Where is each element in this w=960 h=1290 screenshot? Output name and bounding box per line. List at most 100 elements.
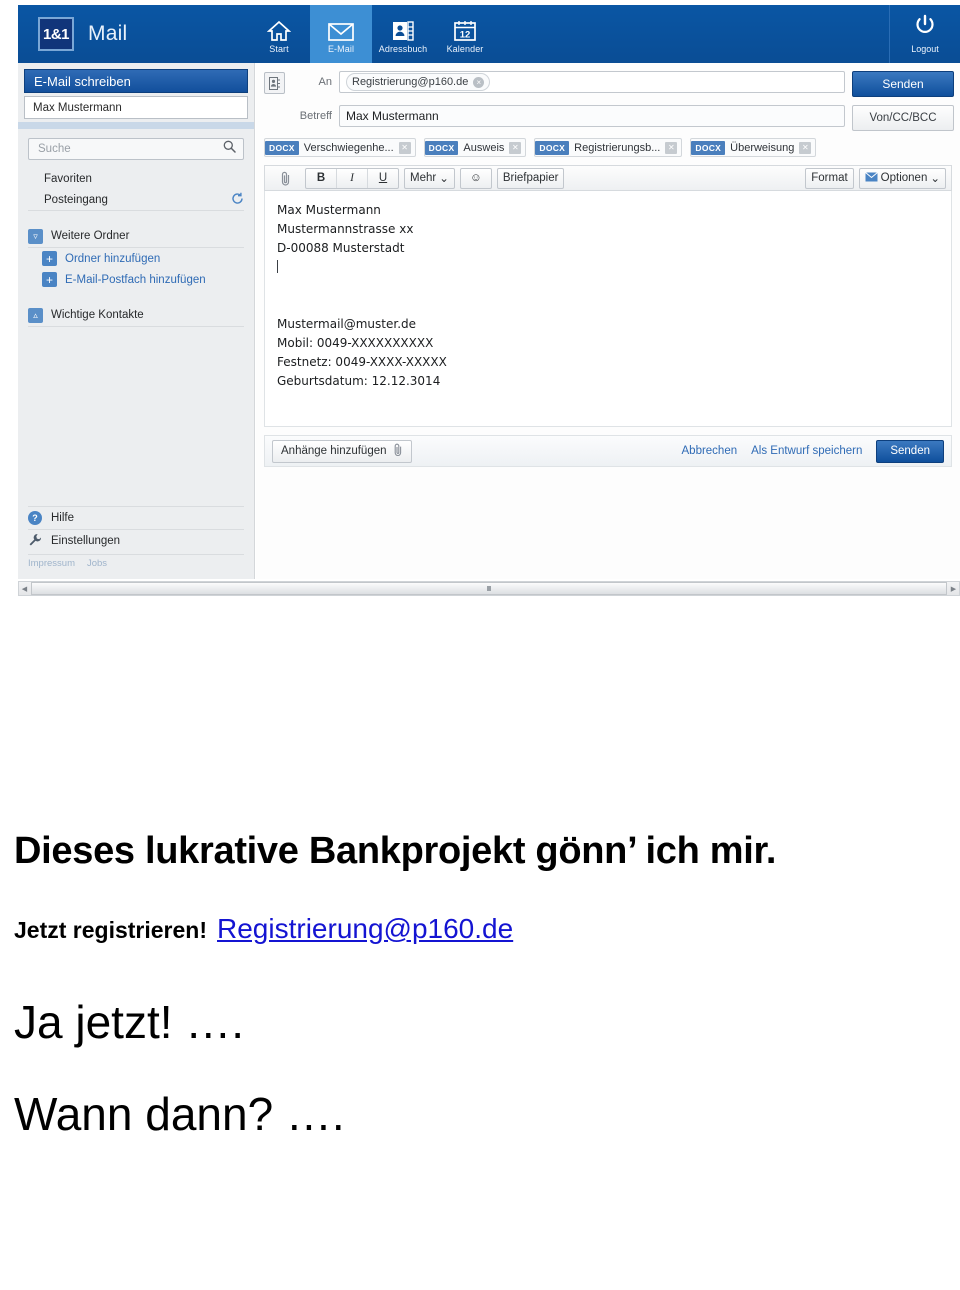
nav-label: E-Mail (327, 44, 355, 54)
nav-item-adressbuch[interactable]: Adressbuch (372, 5, 434, 63)
sidebar-item-favoriten[interactable]: Favoriten (28, 168, 244, 189)
attachment-name: Verschwiegenhe... (303, 141, 394, 154)
wrench-icon (28, 533, 42, 550)
svg-text:12: 12 (460, 30, 471, 41)
more-folders-section: ▿ Weitere Ordner + Ordner hinzufügen + E… (28, 225, 244, 290)
more-button[interactable]: Mehr ⌄ (404, 167, 455, 189)
body-line: Mobil: 0049-XXXXXXXXXX (277, 336, 434, 350)
horizontal-scrollbar[interactable]: ◀ ▶ (18, 581, 960, 596)
attachment-chip[interactable]: DOCX Verschwiegenhe... ✕ (264, 138, 416, 157)
app-title: Mail (88, 22, 128, 45)
sidebar-search[interactable] (28, 138, 244, 160)
attachment-chip[interactable]: DOCX Registrierungsb... ✕ (534, 138, 683, 157)
cancel-button[interactable]: Abbrechen (682, 445, 738, 457)
sidebar-item-posteingang[interactable]: Posteingang (28, 189, 244, 211)
link-jobs[interactable]: Jobs (87, 558, 107, 569)
message-body[interactable]: Max Mustermann Mustermannstrasse xx D-00… (264, 191, 952, 427)
sidebar-item-einstellungen[interactable]: Einstellungen (28, 529, 244, 552)
options-button[interactable]: Optionen ⌄ (858, 167, 946, 189)
save-draft-button[interactable]: Als Entwurf speichern (751, 445, 862, 457)
docx-badge: DOCX (691, 140, 726, 155)
attachment-chip[interactable]: DOCX Ausweis ✕ (423, 138, 527, 157)
footer-label: Einstellungen (51, 535, 121, 547)
close-icon[interactable]: ✕ (799, 141, 812, 154)
screenshot-region: 1&1 Mail Start E-Mail Adressbuch 12 Kale… (0, 0, 960, 600)
body-line: Geburtsdatum: 12.12.3014 (277, 374, 441, 388)
contacts-icon (391, 16, 415, 42)
scrollbar-thumb[interactable] (31, 582, 947, 595)
subject-input[interactable]: Max Mustermann (339, 105, 845, 127)
nav-label: Kalender (446, 44, 484, 54)
caption-block: Dieses lukrative Bankprojekt gönn’ ich m… (0, 600, 960, 1141)
add-attachments-button[interactable]: Anhänge hinzufügen (272, 439, 412, 463)
search-input[interactable] (36, 142, 223, 156)
body-line (277, 296, 939, 315)
main-nav: Start E-Mail Adressbuch 12 Kalender (248, 5, 496, 63)
close-icon[interactable]: × (473, 76, 485, 88)
sidebar-footer: ? Hilfe Einstellungen Impressum Jobs (28, 506, 244, 569)
chevron-down-icon: ⌄ (439, 173, 449, 185)
body-line (277, 277, 939, 296)
scroll-left-arrow[interactable]: ◀ (19, 585, 30, 593)
body-line: Mustermannstrasse xx (277, 222, 414, 236)
registration-link[interactable]: Registrierung@p160.de (217, 913, 513, 944)
von-cc-bcc-button[interactable]: Von/CC/BCC (852, 105, 954, 131)
underline-button[interactable]: U (368, 169, 398, 188)
body-line: Max Mustermann (277, 203, 381, 217)
nav-label: Start (269, 44, 289, 54)
sender-name-field[interactable]: Max Mustermann (24, 96, 248, 119)
sidebar-item-ordner-hinzufuegen[interactable]: + Ordner hinzufügen (42, 248, 244, 269)
nav-label: Adressbuch (378, 44, 428, 54)
logout-button[interactable]: Logout (889, 5, 960, 63)
cta-line: Jetzt registrieren! Registrierung@p160.de (0, 873, 960, 945)
docx-badge: DOCX (535, 140, 570, 155)
send-button-bottom[interactable]: Senden (876, 439, 944, 463)
close-icon[interactable]: ✕ (509, 141, 522, 154)
editor-toolbar: B I U Mehr ⌄ ☺ Briefpapier Format Option… (264, 165, 952, 191)
to-field-col: Registrierung@p160.de × (339, 71, 845, 93)
compose-email-button[interactable]: E-Mail schreiben (24, 69, 248, 93)
paperclip-icon[interactable] (270, 169, 300, 188)
footer-label: Hilfe (51, 512, 75, 524)
scroll-right-arrow[interactable]: ▶ (948, 585, 959, 593)
emoji-button[interactable]: ☺ (459, 167, 492, 189)
close-icon[interactable]: ✕ (665, 141, 678, 154)
compose-section: E-Mail schreiben Max Mustermann (18, 63, 254, 129)
smiley-icon: ☺ (469, 172, 482, 184)
text-style-group: B I U (305, 167, 399, 189)
subitem-label: Ordner hinzufügen (65, 252, 161, 265)
bold-button[interactable]: B (306, 168, 337, 188)
search-icon[interactable] (223, 140, 236, 158)
nav-item-start[interactable]: Start (248, 5, 310, 63)
link-impressum[interactable]: Impressum (28, 558, 75, 569)
stationery-button[interactable]: Briefpapier (496, 167, 565, 189)
sidebar-item-postfach-hinzufuegen[interactable]: + E-Mail-Postfach hinzufügen (42, 269, 244, 290)
sidebar-item-hilfe[interactable]: ? Hilfe (28, 506, 244, 529)
send-button-top[interactable]: Senden (852, 71, 954, 97)
address-book-icon[interactable] (264, 72, 285, 94)
oneandone-logo: 1&1 (38, 17, 74, 51)
sidebar-item-weitere-ordner[interactable]: ▿ Weitere Ordner (28, 225, 244, 248)
brand: 1&1 Mail (18, 5, 248, 63)
subject-field-col: Max Mustermann (339, 105, 845, 127)
folder-label: Posteingang (44, 193, 108, 206)
nav-item-kalender[interactable]: 12 Kalender (434, 5, 496, 63)
nav-item-email[interactable]: E-Mail (310, 5, 372, 63)
recipient-chip[interactable]: Registrierung@p160.de × (346, 73, 491, 91)
attachment-chip[interactable]: DOCX Überweisung ✕ (690, 138, 817, 157)
refresh-icon[interactable] (231, 192, 244, 208)
sidebar-item-wichtige-kontakte[interactable]: ▵ Wichtige Kontakte (28, 304, 244, 327)
subject-value: Max Mustermann (346, 109, 439, 123)
format-button[interactable]: Format (805, 167, 854, 189)
cta-text: Jetzt registrieren! (14, 917, 208, 943)
attachment-name: Überweisung (730, 141, 795, 154)
to-input[interactable]: Registrierung@p160.de × (339, 71, 845, 93)
subitem-label: E-Mail-Postfach hinzufügen (65, 273, 206, 286)
close-icon[interactable]: ✕ (398, 141, 411, 154)
plus-icon: + (42, 251, 57, 266)
chevron-double-up-icon: ▵ (28, 307, 43, 323)
voncc-button-col: Von/CC/BCC (852, 105, 954, 131)
compose-panel: An Registrierung@p160.de × Senden Betref… (256, 63, 960, 579)
italic-button[interactable]: I (337, 168, 368, 188)
body-line: Festnetz: 0049-XXXX-XXXXX (277, 355, 447, 369)
